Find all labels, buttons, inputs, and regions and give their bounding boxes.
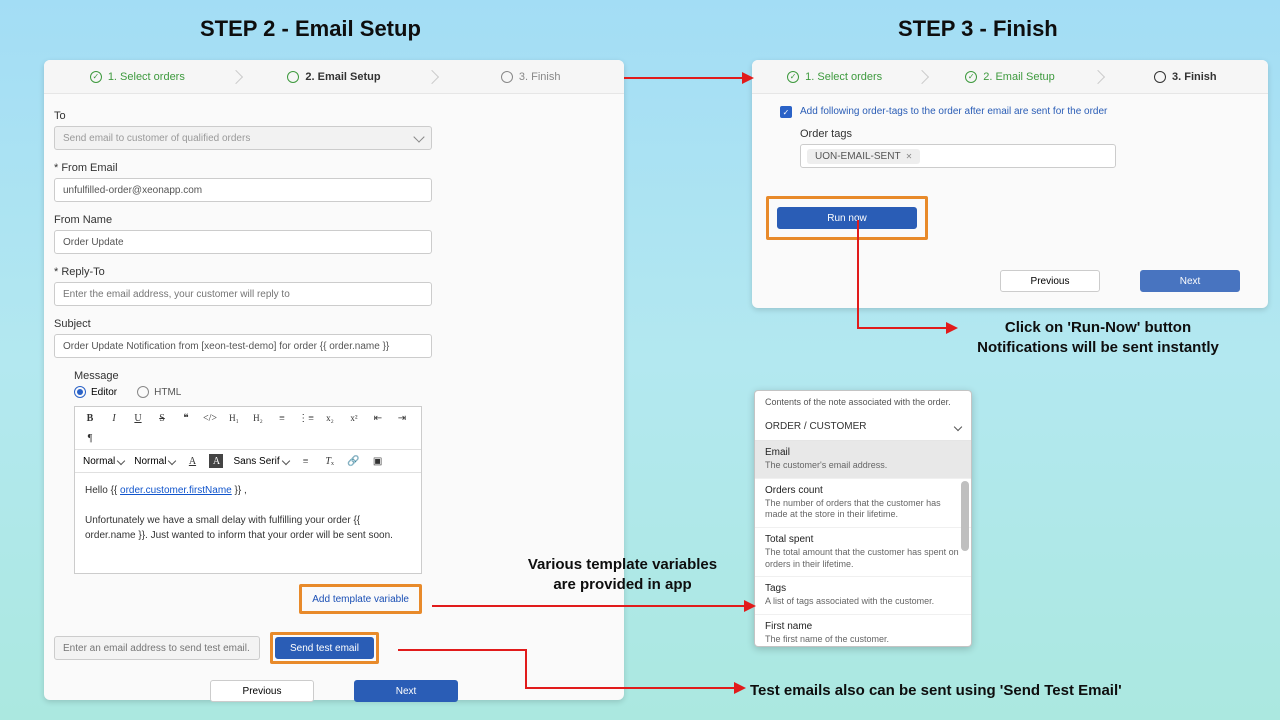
editor-toolbar: B I U S ❝ </> H₁ H₂ ≡ ⋮≡ x₂ x² ⇤ ⇥ ¶ [75, 407, 421, 450]
to-label: To [54, 110, 614, 122]
step-2: 2. Email Setup [241, 71, 428, 83]
var-note: Contents of the note associated with the… [755, 391, 971, 413]
message-editor: B I U S ❝ </> H₁ H₂ ≡ ⋮≡ x₂ x² ⇤ ⇥ ¶ [74, 406, 422, 574]
step-2: 2. Email Setup [927, 71, 1092, 83]
editor-body: Unfortunately we have a small delay with… [85, 515, 393, 541]
template-variables-panel: Contents of the note associated with the… [754, 390, 972, 647]
font-select[interactable]: Sans Serif [233, 456, 288, 467]
step-1: 1. Select orders [752, 71, 917, 83]
editor-content[interactable]: Hello {{ order.customer.firstName }} , U… [75, 473, 421, 573]
order-tags-input[interactable]: UON-EMAIL-SENT✕ [800, 144, 1116, 168]
ul-icon[interactable]: ⋮≡ [299, 411, 313, 425]
quote-icon[interactable]: ❝ [179, 411, 193, 425]
editor-radio[interactable]: Editor [74, 386, 117, 398]
underline-icon[interactable]: U [131, 411, 145, 425]
variable-item[interactable]: Orders countThe number of orders that th… [755, 479, 971, 528]
order-tags-label: Order tags [800, 128, 1240, 140]
step-3: 3. Finish [437, 71, 624, 83]
from-name-input[interactable] [54, 230, 432, 254]
add-tags-checkbox[interactable] [780, 106, 792, 118]
direction-icon[interactable]: ¶ [83, 431, 97, 445]
sub-icon[interactable]: x₂ [323, 411, 337, 425]
send-test-email-button[interactable]: Send test email [275, 637, 374, 659]
size-select[interactable]: Normal [134, 456, 175, 467]
step-3: 3. Finish [1103, 71, 1268, 83]
ol-icon[interactable]: ≡ [275, 411, 289, 425]
italic-icon[interactable]: I [107, 411, 121, 425]
chevron-down-icon [413, 131, 424, 142]
strikethrough-icon[interactable]: S [155, 411, 169, 425]
close-icon[interactable]: ✕ [906, 152, 913, 161]
tag-chip[interactable]: UON-EMAIL-SENT✕ [807, 149, 920, 164]
html-radio[interactable]: HTML [137, 386, 181, 398]
variable-item[interactable]: Total spentThe total amount that the cus… [755, 528, 971, 577]
subject-input[interactable] [54, 334, 432, 358]
add-template-variable-button[interactable]: Add template variable [304, 590, 417, 609]
step2-panel: 1. Select orders 2. Email Setup 3. Finis… [44, 60, 624, 700]
link-icon[interactable]: 🔗 [347, 454, 361, 468]
from-name-label: From Name [54, 214, 614, 226]
variable-item[interactable]: First nameThe first name of the customer… [755, 615, 971, 646]
outdent-icon[interactable]: ⇤ [371, 411, 385, 425]
step3-heading: STEP 3 - Finish [898, 16, 1058, 42]
h2-icon[interactable]: H₂ [251, 411, 265, 425]
editor-greeting: Hello {{ order.customer.firstName }} , [85, 485, 247, 496]
to-select[interactable]: Send email to customer of qualified orde… [54, 126, 432, 150]
bold-icon[interactable]: B [83, 411, 97, 425]
message-label: Message [74, 370, 614, 382]
next-button[interactable]: Next [354, 680, 458, 702]
step3-panel: 1. Select orders 2. Email Setup 3. Finis… [752, 60, 1268, 308]
clear-format-icon[interactable]: Tₓ [323, 454, 337, 468]
test-email-caption: Test emails also can be sent using 'Send… [750, 681, 1250, 701]
var-section-header[interactable]: ORDER / CUSTOMER [755, 413, 971, 441]
sup-icon[interactable]: x² [347, 411, 361, 425]
add-tags-label: Add following order-tags to the order af… [800, 106, 1107, 117]
vars-caption: Various template variablesare provided i… [500, 555, 745, 596]
arrow-step2-to-step3 [622, 68, 754, 88]
step2-heading: STEP 2 - Email Setup [200, 16, 421, 42]
subject-label: Subject [54, 318, 614, 330]
stepper: 1. Select orders 2. Email Setup 3. Finis… [752, 60, 1268, 94]
variable-item[interactable]: EmailThe customer's email address. [755, 441, 971, 479]
from-email-input[interactable] [54, 178, 432, 202]
scrollbar[interactable] [961, 481, 969, 551]
run-now-caption: Click on 'Run-Now' buttonNotifications w… [958, 318, 1238, 359]
reply-to-label: * Reply-To [54, 266, 614, 278]
format-select[interactable]: Normal [83, 456, 124, 467]
previous-button[interactable]: Previous [210, 680, 314, 702]
stepper: 1. Select orders 2. Email Setup 3. Finis… [44, 60, 624, 94]
step-1: 1. Select orders [44, 71, 231, 83]
run-now-button[interactable]: Run now [777, 207, 917, 229]
h1-icon[interactable]: H₁ [227, 411, 241, 425]
image-icon[interactable]: ▣ [371, 454, 385, 468]
next-button[interactable]: Next [1140, 270, 1240, 292]
test-email-input[interactable] [54, 636, 260, 660]
code-icon[interactable]: </> [203, 411, 217, 425]
bg-color-icon[interactable]: A [209, 454, 223, 468]
from-email-label: * From Email [54, 162, 614, 174]
previous-button[interactable]: Previous [1000, 270, 1100, 292]
chevron-down-icon [954, 422, 962, 430]
indent-icon[interactable]: ⇥ [395, 411, 409, 425]
reply-to-input[interactable] [54, 282, 432, 306]
align-icon[interactable]: ≡ [299, 454, 313, 468]
text-color-icon[interactable]: A [185, 454, 199, 468]
variable-item[interactable]: TagsA list of tags associated with the c… [755, 577, 971, 615]
